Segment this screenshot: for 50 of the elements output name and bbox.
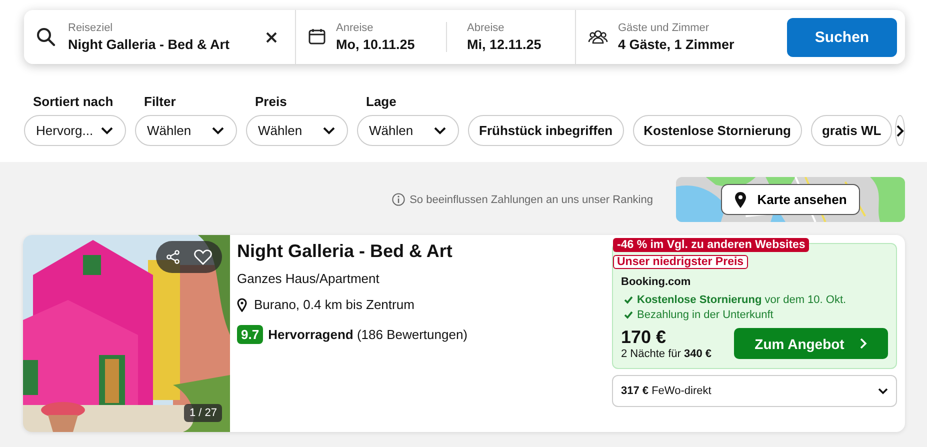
filter-chip[interactable]: Kostenlose Stornierung xyxy=(632,115,802,146)
chevron-right-icon xyxy=(860,338,868,349)
price: 170 € xyxy=(621,327,668,348)
filter-chip[interactable]: gratis WL xyxy=(810,115,892,146)
location-text: Burano, 0.4 km bis Zentrum xyxy=(254,297,414,312)
share-icon[interactable] xyxy=(166,250,180,264)
total-price: 2 Nächte für 340 € xyxy=(621,348,712,360)
filter-label: Lage xyxy=(365,94,398,109)
close-icon[interactable] xyxy=(266,32,277,42)
map-pin-icon xyxy=(734,190,748,208)
filter-label: Preis xyxy=(254,94,288,109)
guests-field[interactable]: Gäste und Zimmer 4 Gäste, 1 Zimmer xyxy=(618,22,734,52)
feature-text: Bezahlung in der Unterkunft xyxy=(637,309,774,321)
filter-chip[interactable]: Frühstück inbegriffen xyxy=(468,115,624,146)
lowest-price-badge: Unser niedrigster Preis xyxy=(613,255,748,269)
next-button[interactable] xyxy=(895,115,906,146)
discount-badge: -46 % im Vgl. zu anderen Websites xyxy=(613,238,810,252)
calendar-icon xyxy=(308,28,326,46)
filter-dropdown[interactable]: Wählen xyxy=(246,115,348,146)
search-icon xyxy=(36,27,56,47)
hotel-name[interactable]: Night Galleria - Bed & Art xyxy=(237,241,605,262)
info-icon xyxy=(392,193,405,206)
feature-text: Kostenlose Stornierung vor dem 10. Okt. xyxy=(637,294,846,306)
filter-dropdown[interactable]: Wählen xyxy=(357,115,459,146)
filter-label: Sortiert nach xyxy=(32,94,114,109)
rating-score: 9.7 xyxy=(237,325,264,344)
chevron-down-icon xyxy=(212,126,224,134)
filter-dropdown[interactable]: Hervorg... xyxy=(24,115,126,146)
image-counter: 1 / 27 xyxy=(184,404,222,422)
property-type: Ganzes Haus/Apartment xyxy=(237,271,380,286)
chevron-down-icon xyxy=(323,126,335,134)
checkout-field[interactable]: Abreise Mi, 12.11.25 xyxy=(467,22,542,52)
chevron-down-icon xyxy=(434,126,446,134)
destination-field[interactable]: Reiseziel Night Galleria - Bed & Art xyxy=(68,22,254,52)
ranking-link[interactable]: So beeinflussen Zahlungen an uns unser Ranking xyxy=(410,194,653,206)
map-pin-icon xyxy=(237,298,247,312)
offer-button[interactable]: Zum Angebot xyxy=(734,328,888,359)
checkin-field[interactable]: Anreise Mo, 10.11.25 xyxy=(336,22,436,52)
chevron-right-icon xyxy=(896,124,904,136)
view-map-button[interactable]: Karte ansehen xyxy=(721,184,860,215)
chevron-down-icon xyxy=(878,388,888,394)
filter-label: Filter xyxy=(143,94,177,109)
chevron-down-icon xyxy=(101,126,113,134)
rating-text: Hervorragend (186 Bewertungen) xyxy=(268,327,468,342)
filter-dropdown[interactable]: Wählen xyxy=(135,115,237,146)
search-button[interactable]: Suchen xyxy=(787,18,897,56)
other-offer-dropdown[interactable]: 317 € FeWo-direkt xyxy=(612,375,897,407)
heart-icon[interactable] xyxy=(194,249,212,265)
people-icon xyxy=(588,28,608,46)
provider-name: Booking.com xyxy=(621,276,691,288)
